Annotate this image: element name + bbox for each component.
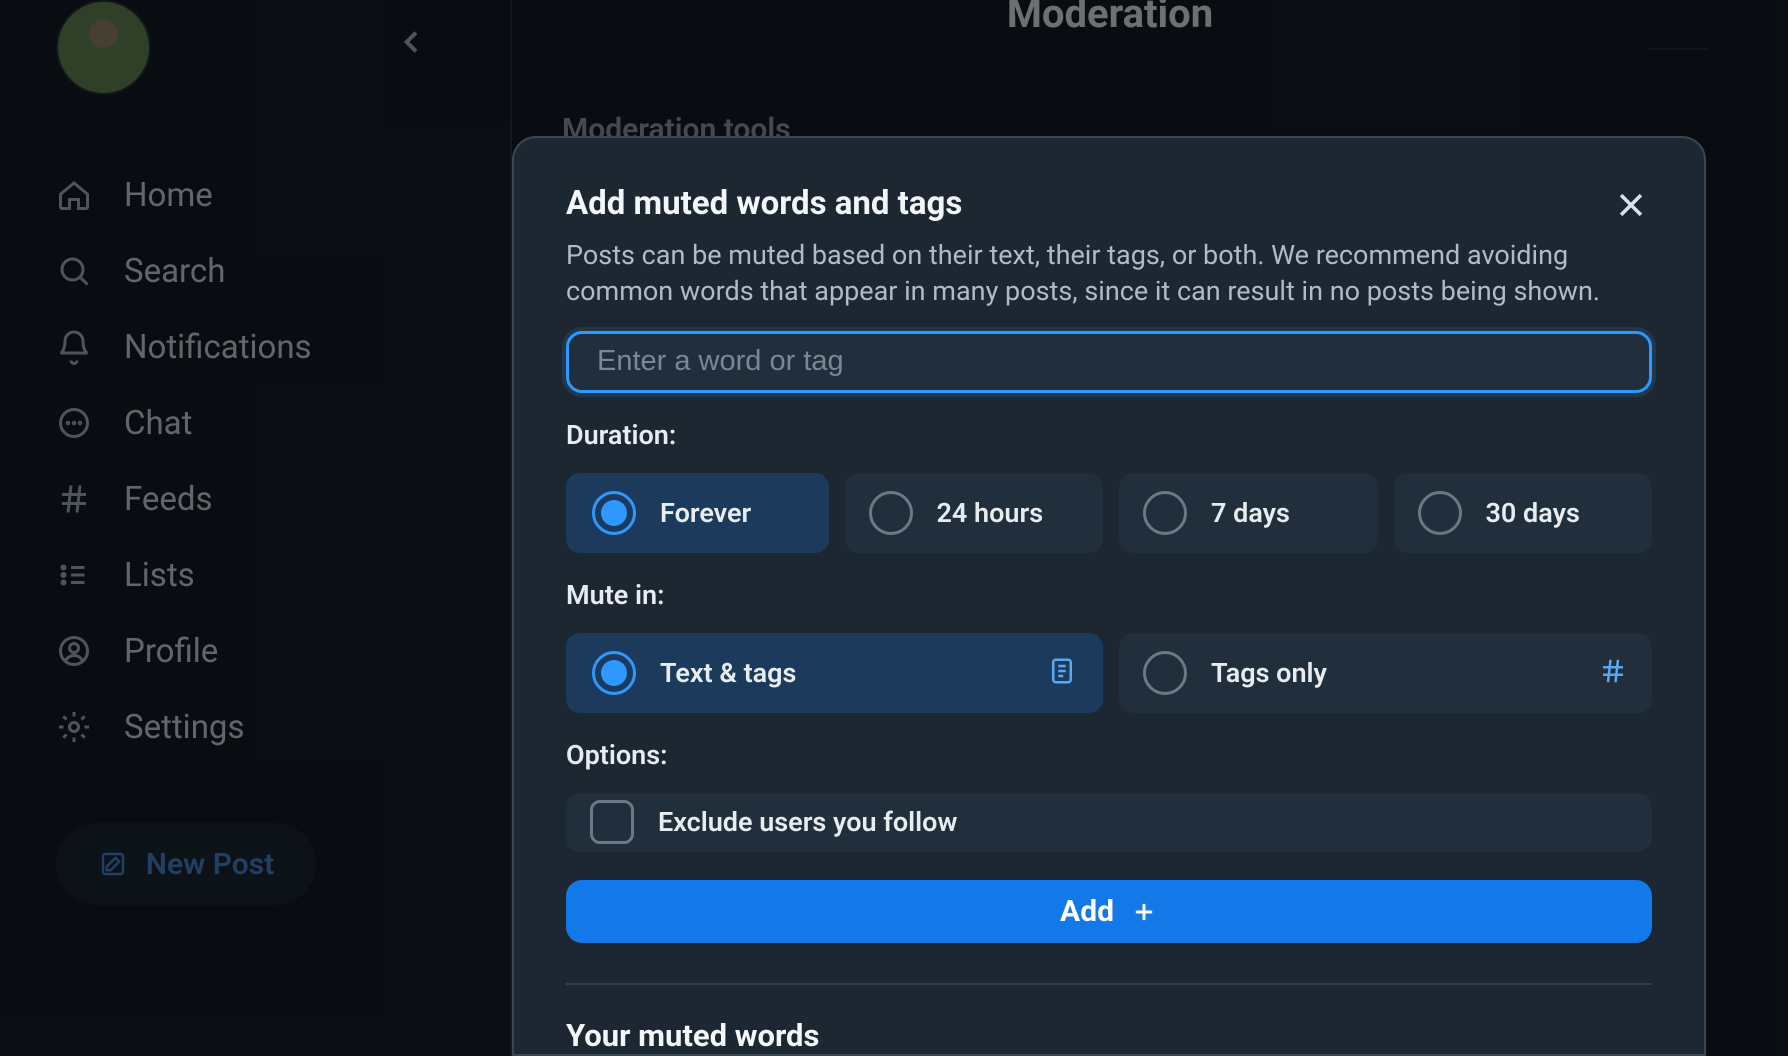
muted-word-input[interactable] xyxy=(566,331,1652,392)
mute-in-options: Text & tags Tags only xyxy=(566,633,1652,713)
duration-label-text: 24 hours xyxy=(937,497,1044,529)
mute-in-label-text: Text & tags xyxy=(660,657,796,689)
add-muted-words-modal: Add muted words and tags Posts can be mu… xyxy=(512,136,1706,1056)
radio-icon xyxy=(592,491,636,535)
duration-label-text: Forever xyxy=(660,497,751,529)
add-button[interactable]: Add xyxy=(566,880,1652,943)
mute-in-tags-only[interactable]: Tags only xyxy=(1119,633,1652,713)
mute-in-text-tags[interactable]: Text & tags xyxy=(566,633,1103,713)
duration-24h[interactable]: 24 hours xyxy=(845,473,1104,553)
radio-icon xyxy=(1143,491,1187,535)
close-icon xyxy=(1614,188,1648,222)
radio-icon xyxy=(1418,491,1462,535)
exclude-follows-label: Exclude users you follow xyxy=(658,806,957,838)
duration-label-text: 7 days xyxy=(1211,497,1290,529)
document-icon xyxy=(1047,656,1077,690)
modal-description: Posts can be muted based on their text, … xyxy=(566,238,1652,309)
options-label: Options: xyxy=(566,739,1652,771)
checkbox-icon xyxy=(590,800,634,844)
exclude-follows-option[interactable]: Exclude users you follow xyxy=(566,793,1652,853)
add-button-label: Add xyxy=(1060,894,1114,929)
radio-icon xyxy=(869,491,913,535)
duration-forever[interactable]: Forever xyxy=(566,473,829,553)
radio-icon xyxy=(1143,651,1187,695)
duration-label-text: 30 days xyxy=(1486,497,1580,529)
divider xyxy=(566,983,1652,985)
mute-in-label-text: Tags only xyxy=(1211,657,1327,689)
plus-icon xyxy=(1130,898,1158,926)
duration-label: Duration: xyxy=(566,419,1652,451)
modal-title: Add muted words and tags xyxy=(566,184,962,223)
close-button[interactable] xyxy=(1610,184,1652,230)
your-muted-words-heading: Your muted words xyxy=(566,1017,1652,1054)
duration-7d[interactable]: 7 days xyxy=(1119,473,1378,553)
duration-options: Forever 24 hours 7 days 30 days xyxy=(566,473,1652,553)
duration-30d[interactable]: 30 days xyxy=(1394,473,1653,553)
mute-in-label: Mute in: xyxy=(566,579,1652,611)
radio-icon xyxy=(592,651,636,695)
hash-icon xyxy=(1598,656,1628,690)
